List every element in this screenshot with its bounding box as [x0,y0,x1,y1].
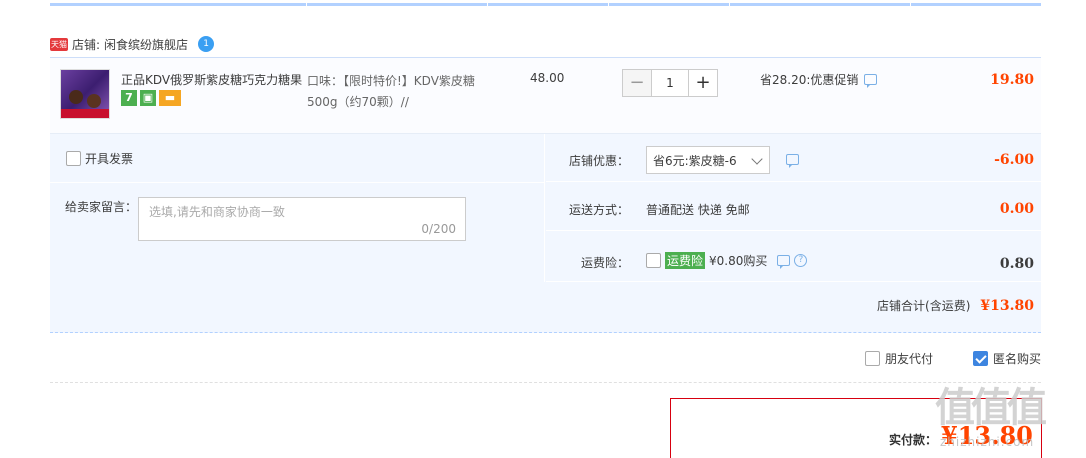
insurance-chat-icon[interactable] [777,255,791,269]
header-separator [910,3,911,6]
service-icons: 7 ▣ ▬ [121,90,181,106]
shop-discount-value: 省6元:紫皮糖-6 [653,154,737,168]
discount-chat-icon[interactable] [786,154,799,168]
anonymous-label: 匿名购买 [992,352,1041,366]
shop-name-link[interactable]: 闲食缤纷旗舰店 [104,36,188,53]
insurance-value: ¥0.80购买 [709,254,768,268]
order-options-panel: 开具发票 给卖家留言： 0/200 店铺优惠： 省6元:紫皮糖-6 -6.00 … [50,134,1041,333]
anonymous-option[interactable]: 匿名购买 [972,350,1041,367]
shop-discount-amount: -6.00 [994,152,1034,168]
order-item-row: 正品KDV俄罗斯紫皮糖巧克力糖果 7 ▣ ▬ 口味：【限时特价!】KDV紫皮糖5… [50,57,1041,134]
candy-graphic [87,94,101,108]
pay-label: 实付款： [889,433,938,447]
promo-chat-icon[interactable] [864,74,878,88]
unit-price: 48.00 [530,71,565,85]
shop-label: 店铺: [72,37,101,52]
header-separator [306,3,307,6]
watermark-sub: zhizhizhi.com [940,435,1035,449]
seven-day-return-icon[interactable]: 7 [121,90,137,106]
divider [50,382,1041,383]
qty-input[interactable]: 1 [652,69,688,97]
watermark-text: 值值值 [935,385,1047,431]
shop-total: 店铺合计(含运费) ¥13.80 [877,297,1034,314]
invoice-label: 开具发票 [85,152,134,166]
shipping-label: 运送方式： [568,203,629,217]
shop-total-amount: ¥13.80 [980,297,1034,314]
qty-decrease-button[interactable]: − [622,69,652,97]
insurance-option[interactable]: 运费险 ¥0.80购买 ? [646,252,808,269]
insurance-amount: 0.80 [999,256,1034,272]
options-left: 开具发票 给卖家留言： 0/200 [50,134,545,282]
friend-pay-label: 朋友代付 [884,352,933,366]
insurance-label: 运费险： [580,256,629,270]
quantity-stepper: − 1 + [622,69,718,97]
header-separator [608,3,609,6]
qty-increase-button[interactable]: + [688,69,718,97]
tmall-icon: 天猫 [50,37,68,51]
shop-discount-select[interactable]: 省6元:紫皮糖-6 [646,146,770,174]
guarantee-icon[interactable]: ▣ [140,90,156,106]
anonymous-checkbox[interactable] [972,351,988,366]
insurance-row: 运费险： 运费险 ¥0.80购买 ? 0.80 [546,232,1041,282]
order-extras: 朋友代付 匿名购买 [864,350,1041,367]
product-thumbnail[interactable] [60,69,110,119]
shop-discount-row: 店铺优惠： 省6元:紫皮糖-6 -6.00 [546,134,1041,182]
promotion-text: 省28.20:优惠促销 [760,73,859,87]
product-title-link[interactable]: 正品KDV俄罗斯紫皮糖巧克力糖果 [121,71,303,88]
product-sku: 口味：【限时特价!】KDV紫皮糖500g（约70颗）// [307,74,475,109]
message-input[interactable] [149,205,449,219]
shop-header: 天猫 店铺: 闲食缤纷旗舰店 1 [50,34,215,54]
header-separator [729,3,730,6]
shipping-value: 普通配送 快递 免邮 [646,203,750,217]
invoice-option[interactable]: 开具发票 [66,150,133,167]
shop-total-label: 店铺合计(含运费) [877,299,971,313]
insurance-checkbox[interactable] [646,253,661,268]
shop-discount-label: 店铺优惠： [568,154,629,168]
table-header-bar [50,3,1041,6]
site-watermark: 值值值 zhizhizhi.com [935,375,1085,458]
candy-graphic [69,90,83,104]
message-field[interactable]: 0/200 [138,197,466,241]
friend-pay-option[interactable]: 朋友代付 [864,350,933,367]
shipping-amount: 0.00 [999,201,1034,217]
promotion: 省28.20:优惠促销 [760,71,878,88]
item-subtotal: 19.80 [990,72,1034,88]
package-strip [61,109,109,118]
chevron-down-icon [751,153,763,165]
header-separator [487,3,488,6]
divider [50,182,545,183]
message-label: 给卖家留言： [65,200,138,214]
friend-pay-checkbox[interactable] [864,351,880,366]
invoice-checkbox[interactable] [66,151,81,166]
insurance-tag: 运费险 [665,252,706,269]
message-char-count: 0/200 [421,222,456,236]
shipping-row: 运送方式： 普通配送 快递 免邮 0.00 [546,183,1041,231]
help-icon[interactable]: ? [794,254,808,267]
wangwang-chat-icon[interactable]: 1 [198,36,215,52]
credit-card-icon[interactable]: ▬ [159,90,181,106]
